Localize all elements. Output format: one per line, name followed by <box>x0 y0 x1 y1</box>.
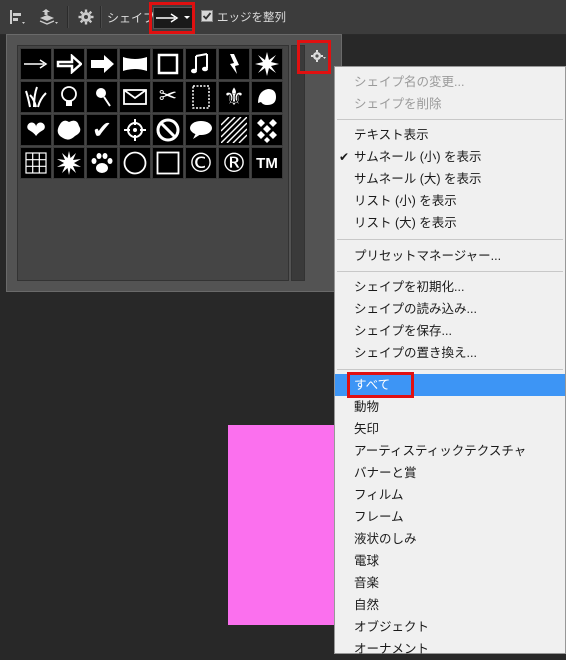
square-icon[interactable] <box>152 147 184 179</box>
menu-item-large-thumbnail[interactable]: サムネール (大) を表示 <box>335 168 565 190</box>
menu-item-category-banners-awards[interactable]: バナーと賞 <box>335 462 565 484</box>
shape-grid-scrollbar[interactable] <box>291 45 305 281</box>
menu-item-preset-manager[interactable]: プリセットマネージャー... <box>335 245 565 267</box>
menu-item-small-thumbnail[interactable]: ✔ サムネール (小) を表示 <box>335 146 565 168</box>
paw-print-icon[interactable] <box>86 147 118 179</box>
speech-bubble-icon[interactable] <box>185 114 217 146</box>
menu-item-category-artistic-textures[interactable]: アーティスティックテクスチャ <box>335 440 565 462</box>
menu-item-category-nature[interactable]: 自然 <box>335 594 565 616</box>
grid-icon[interactable] <box>20 147 52 179</box>
hatch-pattern-icon[interactable] <box>218 114 250 146</box>
grass-icon[interactable] <box>20 81 52 113</box>
diamond-pattern-icon[interactable] <box>251 114 283 146</box>
menu-item-category-frames[interactable]: フレーム <box>335 506 565 528</box>
pushpin-icon[interactable] <box>86 81 118 113</box>
burst-icon[interactable] <box>53 147 85 179</box>
menu-item-save-shapes[interactable]: シェイプを保存... <box>335 320 565 342</box>
lightning-icon[interactable] <box>218 48 250 80</box>
circle-icon[interactable] <box>119 147 151 179</box>
menu-item-category-music[interactable]: 音楽 <box>335 572 565 594</box>
arrow-thick-icon[interactable] <box>86 48 118 80</box>
menu-item-delete-shape: シェイプを削除 <box>354 97 442 111</box>
menu-item-rename-shape: シェイプ名の変更... <box>354 75 465 89</box>
checkmark-icon[interactable]: ✔ <box>86 114 118 146</box>
align-edges-checkbox[interactable] <box>201 10 213 22</box>
heart-icon[interactable]: ❤ <box>20 114 52 146</box>
arrow-right-icon <box>156 13 179 23</box>
check-icon <box>202 12 212 20</box>
path-arrangement-icon[interactable] <box>36 7 60 27</box>
menu-item-category-all[interactable]: すべて <box>335 374 565 396</box>
menu-item-reset-shapes[interactable]: シェイプを初期化... <box>335 276 565 298</box>
menu-item-replace-shapes[interactable]: シェイプの置き換え... <box>335 342 565 364</box>
align-edges-label: エッジを整列 <box>217 10 286 24</box>
music-notes-icon[interactable] <box>185 48 217 80</box>
banner-icon[interactable] <box>119 48 151 80</box>
menu-item-category-film[interactable]: フィルム <box>335 484 565 506</box>
menu-item-category-grime-vector[interactable]: 液状のしみ <box>335 528 565 550</box>
copyright-icon[interactable]: © <box>185 147 217 179</box>
menu-item-text-only[interactable]: テキスト表示 <box>335 124 565 146</box>
frame-icon[interactable] <box>152 48 184 80</box>
menu-item-category-objects[interactable]: オブジェクト <box>335 616 565 638</box>
arrow-thin-icon[interactable] <box>20 48 52 80</box>
chevron-down-icon <box>184 16 190 19</box>
target-icon[interactable] <box>119 114 151 146</box>
checkmark-icon: ✔ <box>339 150 350 164</box>
shape-picker-button[interactable] <box>153 7 193 29</box>
menu-item-category-ornaments[interactable]: オーナメント <box>335 638 565 660</box>
gear-icon <box>311 50 326 62</box>
menu-item-small-list[interactable]: リスト (小) を表示 <box>335 190 565 212</box>
path-alignment-icon[interactable] <box>6 7 28 27</box>
menu-item-category-animals[interactable]: 動物 <box>335 396 565 418</box>
fleur-de-lis-icon[interactable]: ⚜ <box>218 81 250 113</box>
gear-icon[interactable] <box>76 7 96 27</box>
stamp-frame-icon[interactable] <box>185 81 217 113</box>
shape-grid: ✂ ⚜ ❤ ✔ © ® TM <box>17 45 289 281</box>
panel-settings-button[interactable] <box>307 45 331 67</box>
canvas-shape <box>228 425 334 625</box>
lightbulb-icon[interactable] <box>53 81 85 113</box>
arrow-bold-icon[interactable] <box>53 48 85 80</box>
menu-item-category-lights[interactable]: 電球 <box>335 550 565 572</box>
registered-icon[interactable]: ® <box>218 147 250 179</box>
menu-item-load-shapes[interactable]: シェイプの読み込み... <box>335 298 565 320</box>
menu-item-category-arrows[interactable]: 矢印 <box>335 418 565 440</box>
starburst-icon[interactable] <box>251 48 283 80</box>
trademark-icon[interactable]: TM <box>251 147 283 179</box>
blob-icon[interactable] <box>53 114 85 146</box>
leaf-ornament-icon[interactable] <box>251 81 283 113</box>
envelope-icon[interactable] <box>119 81 151 113</box>
scissors-icon[interactable]: ✂ <box>152 81 184 113</box>
options-bar: シェイプ： エッジを整列 <box>0 0 566 35</box>
shape-panel-menu: シェイプ名の変更... シェイプを削除 テキスト表示 ✔ サムネール (小) を… <box>334 66 566 656</box>
no-symbol-icon[interactable] <box>152 114 184 146</box>
menu-item-large-list[interactable]: リスト (大) を表示 <box>335 212 565 234</box>
shape-picker-panel: ✂ ⚜ ❤ ✔ © ® TM <box>6 34 342 292</box>
